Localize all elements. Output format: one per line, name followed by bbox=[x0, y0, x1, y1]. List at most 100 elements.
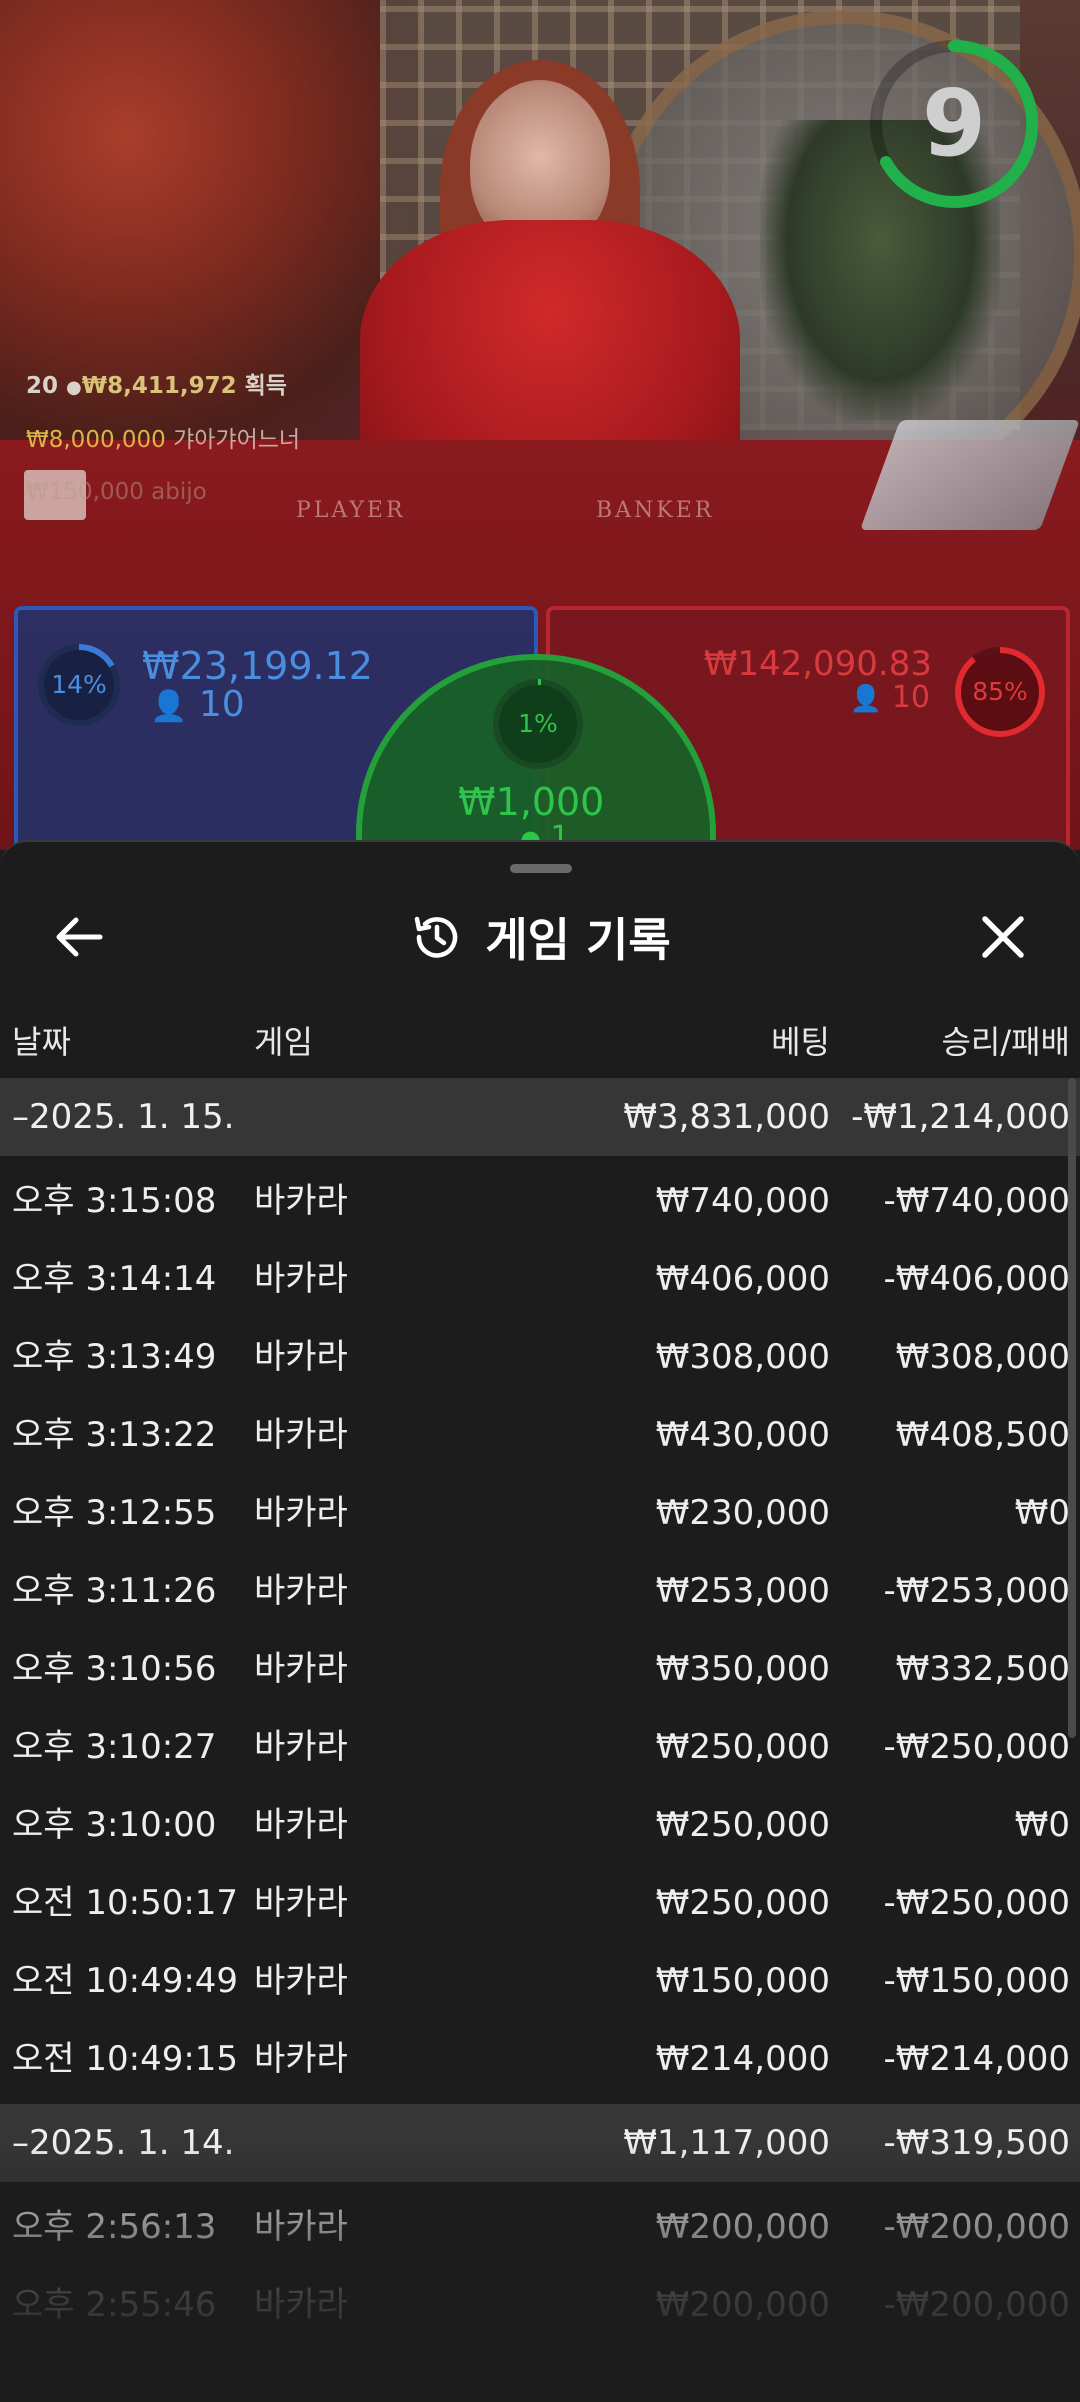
day-date: –2025. 1. 14. bbox=[12, 2123, 235, 2163]
close-button[interactable] bbox=[968, 902, 1038, 972]
row-game: 바카라 bbox=[254, 1727, 348, 1767]
table-row[interactable]: 오후 3:11:26 바카라 ₩253,000 -₩253,000 bbox=[0, 1552, 1080, 1630]
row-winloss: -₩253,000 bbox=[883, 1571, 1071, 1611]
row-winloss: -₩250,000 bbox=[883, 1727, 1071, 1767]
table-row[interactable]: 오후 3:12:55 바카라 ₩230,000 ₩0 bbox=[0, 1474, 1080, 1552]
row-time: 오후 2:56:13 bbox=[12, 2207, 217, 2247]
row-game: 바카라 bbox=[254, 1649, 348, 1689]
row-game: 바카라 bbox=[254, 1805, 348, 1845]
winner-total: ₩8,411,972 bbox=[81, 373, 237, 399]
table-row[interactable]: 오후 2:55:46 바카라 ₩200,000 -₩200,000 bbox=[0, 2266, 1080, 2344]
game-history-sheet: 게임 기록 날짜 게임 베팅 승리/패배 –2025. 1. 15. ₩3,83… bbox=[0, 840, 1080, 2402]
table-row[interactable]: 오전 10:49:15 바카라 ₩214,000 -₩214,000 bbox=[0, 2020, 1080, 2098]
table-row[interactable]: 오전 10:49:49 바카라 ₩150,000 -₩150,000 bbox=[0, 1942, 1080, 2020]
timer-value: 9 bbox=[921, 70, 986, 177]
row-bet: ₩200,000 bbox=[655, 2285, 830, 2325]
row-time: 오후 3:10:27 bbox=[12, 1727, 217, 1767]
table-row[interactable]: 오후 3:10:27 바카라 ₩250,000 -₩250,000 bbox=[0, 1708, 1080, 1786]
history-icon bbox=[415, 916, 458, 958]
table-row[interactable]: 오전 10:50:17 바카라 ₩250,000 -₩250,000 bbox=[0, 1864, 1080, 1942]
table-row[interactable]: 오후 2:56:13 바카라 ₩200,000 -₩200,000 bbox=[0, 2188, 1080, 2266]
row-time: 오후 3:12:55 bbox=[12, 1493, 217, 1533]
tie-percent: 1% bbox=[518, 709, 558, 738]
row-game: 바카라 bbox=[254, 2207, 348, 2247]
winners-list: 20 ●₩8,411,972 획득 ₩8,000,000 갸아갸어느너 ₩150… bbox=[26, 360, 300, 518]
row-game: 바카라 bbox=[254, 1883, 348, 1923]
row-time: 오후 3:10:00 bbox=[12, 1805, 217, 1845]
page-title: 게임 기록 bbox=[485, 913, 671, 967]
banker-percent: 85% bbox=[972, 677, 1028, 706]
column-header-game: 게임 bbox=[254, 1023, 313, 1061]
table-header: 날짜 게임 베팅 승리/패배 bbox=[0, 1017, 1080, 1073]
row-game: 바카라 bbox=[254, 1571, 348, 1611]
row-winloss: -₩150,000 bbox=[883, 1961, 1071, 2001]
row-bet: ₩308,000 bbox=[655, 1337, 830, 1377]
row-bet: ₩214,000 bbox=[655, 2039, 830, 2079]
day-group-header[interactable]: –2025. 1. 14. ₩1,117,000 -₩319,500 bbox=[0, 2104, 1080, 2182]
column-header-winloss: 승리/패배 bbox=[941, 1023, 1070, 1061]
table-row[interactable]: 오후 3:13:49 바카라 ₩308,000 ₩308,000 bbox=[0, 1318, 1080, 1396]
user-icon: ● bbox=[66, 377, 82, 398]
table-row[interactable]: 오후 3:10:56 바카라 ₩350,000 ₩332,500 bbox=[0, 1630, 1080, 1708]
row-time: 오전 10:50:17 bbox=[12, 1883, 239, 1923]
row-game: 바카라 bbox=[254, 1259, 348, 1299]
day-bet-total: ₩3,831,000 bbox=[623, 1097, 830, 1137]
table-row[interactable]: 오후 3:13:22 바카라 ₩430,000 ₩408,500 bbox=[0, 1396, 1080, 1474]
row-winloss: ₩0 bbox=[1014, 1493, 1070, 1533]
history-table: –2025. 1. 15. ₩3,831,000 -₩1,214,000 오후 … bbox=[0, 1078, 1080, 2344]
countdown-timer: 9 bbox=[866, 36, 1042, 212]
banker-bettors: 👤 10 bbox=[850, 680, 930, 715]
table-row[interactable]: 오후 3:14:14 바카라 ₩406,000 -₩406,000 bbox=[0, 1240, 1080, 1318]
winner-count: 20 bbox=[26, 373, 59, 399]
row-bet: ₩200,000 bbox=[655, 2207, 830, 2247]
row-winloss: ₩0 bbox=[1014, 1805, 1070, 1845]
tie-percent-ring: 1% bbox=[490, 676, 586, 772]
row-bet: ₩250,000 bbox=[655, 1805, 830, 1845]
row-bet: ₩430,000 bbox=[655, 1415, 830, 1455]
day-winloss-total: -₩1,214,000 bbox=[851, 1097, 1070, 1137]
row-time: 오후 3:14:14 bbox=[12, 1259, 217, 1299]
row-bet: ₩740,000 bbox=[655, 1181, 830, 1221]
winner-entry: ₩8,000,000 갸아갸어느너 bbox=[26, 414, 300, 466]
row-game: 바카라 bbox=[254, 1337, 348, 1377]
felt-label-banker: BANKER bbox=[596, 498, 715, 523]
table-row[interactable]: 오후 3:15:08 바카라 ₩740,000 -₩740,000 bbox=[0, 1162, 1080, 1240]
day-group-header[interactable]: –2025. 1. 15. ₩3,831,000 -₩1,214,000 bbox=[0, 1078, 1080, 1156]
close-icon bbox=[982, 916, 1024, 958]
row-winloss: -₩200,000 bbox=[883, 2207, 1071, 2247]
winner-suffix: 획득 bbox=[244, 373, 287, 399]
sheet-header: 게임 기록 bbox=[0, 900, 1080, 974]
row-bet: ₩150,000 bbox=[655, 1961, 830, 2001]
row-winloss: -₩406,000 bbox=[883, 1259, 1071, 1299]
row-game: 바카라 bbox=[254, 2285, 348, 2325]
player-bettors-count: 10 bbox=[198, 684, 245, 725]
person-icon: 👤 bbox=[150, 689, 188, 724]
banker-total-bet: ₩142,090.83 bbox=[703, 644, 932, 684]
row-winloss: ₩332,500 bbox=[895, 1649, 1070, 1689]
person-icon: 👤 bbox=[849, 684, 883, 714]
winner-entry-faded: ₩150,000 abijo bbox=[26, 479, 207, 505]
player-percent-ring: 14% bbox=[34, 640, 124, 730]
row-winloss: -₩740,000 bbox=[883, 1181, 1071, 1221]
sheet-drag-handle[interactable] bbox=[510, 864, 572, 873]
row-time: 오전 10:49:15 bbox=[12, 2039, 239, 2079]
row-time: 오후 3:13:22 bbox=[12, 1415, 217, 1455]
row-time: 오후 3:11:26 bbox=[12, 1571, 217, 1611]
live-video: PLAYER BANKER 20 ●₩8,411,972 획득 ₩8,000,0… bbox=[0, 0, 1080, 850]
player-percent: 14% bbox=[51, 670, 107, 699]
row-time: 오전 10:49:49 bbox=[12, 1961, 239, 2001]
player-total-bet: ₩23,199.12 bbox=[142, 644, 373, 688]
row-time: 오후 3:13:49 bbox=[12, 1337, 217, 1377]
row-game: 바카라 bbox=[254, 2039, 348, 2079]
day-date: –2025. 1. 15. bbox=[12, 1097, 235, 1137]
row-winloss: -₩214,000 bbox=[883, 2039, 1071, 2079]
row-bet: ₩250,000 bbox=[655, 1727, 830, 1767]
column-header-bet: 베팅 bbox=[771, 1023, 830, 1061]
scrollbar[interactable] bbox=[1068, 1078, 1076, 1738]
row-winloss: -₩200,000 bbox=[883, 2285, 1071, 2325]
row-time: 오후 3:10:56 bbox=[12, 1649, 217, 1689]
table-row[interactable]: 오후 3:10:00 바카라 ₩250,000 ₩0 bbox=[0, 1786, 1080, 1864]
row-game: 바카라 bbox=[254, 1415, 348, 1455]
row-bet: ₩406,000 bbox=[655, 1259, 830, 1299]
row-bet: ₩230,000 bbox=[655, 1493, 830, 1533]
